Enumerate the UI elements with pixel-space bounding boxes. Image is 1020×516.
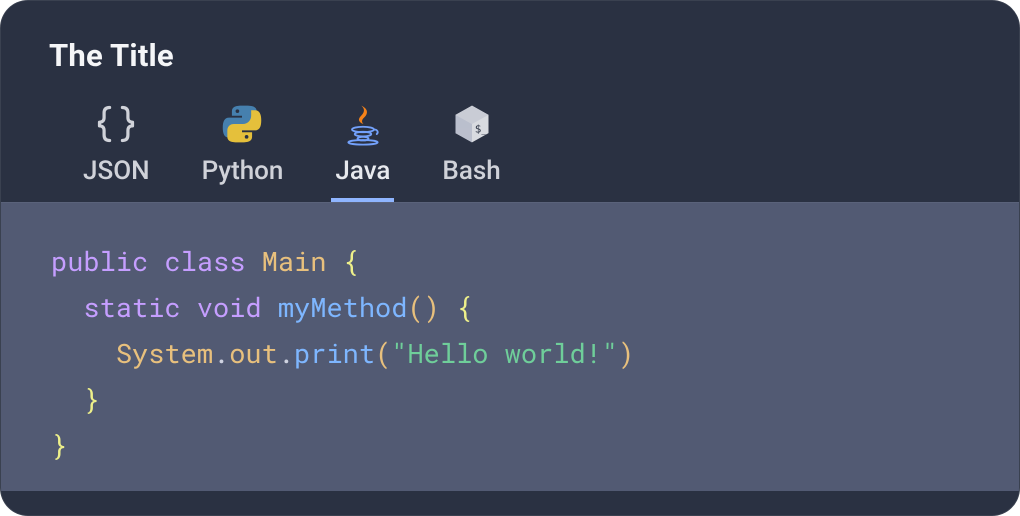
code-line: System.out.print("Hello world!") <box>51 336 634 371</box>
code-token: void <box>197 290 278 325</box>
code-token: ( <box>375 336 391 371</box>
card-header: The Title JSON Python Java $_ Bash <box>1 1 1019 202</box>
tab-label: Bash <box>442 156 500 186</box>
code-token: { <box>456 290 472 325</box>
tab-label: JSON <box>83 156 150 186</box>
code-line: public class Main { <box>51 244 359 279</box>
code-token: } <box>83 382 99 417</box>
tab-json[interactable]: JSON <box>79 94 154 202</box>
code-line: static void myMethod() { <box>51 290 472 325</box>
code-token: { <box>343 244 359 279</box>
code-panel: public class Main { static void myMethod… <box>1 202 1019 491</box>
code-content: public class Main { static void myMethod… <box>51 239 969 468</box>
python-logo-icon <box>218 100 266 148</box>
card-title: The Title <box>49 37 971 74</box>
language-tab-bar: JSON Python Java $_ Bash <box>49 94 971 202</box>
tab-java[interactable]: Java <box>331 94 394 202</box>
code-token: out <box>229 336 278 371</box>
code-line: } <box>51 428 67 463</box>
code-token: class <box>164 244 261 279</box>
tab-bash[interactable]: $_ Bash <box>438 94 504 202</box>
code-token: () <box>407 290 439 325</box>
code-token: . <box>278 336 294 371</box>
code-token: ) <box>618 336 634 371</box>
code-token: print <box>294 336 375 371</box>
code-token: . <box>213 336 229 371</box>
tab-label: Python <box>202 156 284 186</box>
code-token: static <box>83 290 196 325</box>
tab-label: Java <box>335 156 390 186</box>
terminal-cube-icon: $_ <box>448 100 496 148</box>
code-token: myMethod <box>278 290 408 325</box>
code-token: "Hello world!" <box>391 336 618 371</box>
braces-icon <box>92 100 140 148</box>
code-token: Main <box>262 244 343 279</box>
code-token: public <box>51 244 164 279</box>
code-line: } <box>51 382 100 417</box>
tab-python[interactable]: Python <box>198 94 288 202</box>
code-token: System <box>116 336 213 371</box>
java-logo-icon <box>339 100 387 148</box>
code-token: } <box>51 428 67 463</box>
code-token <box>440 290 456 325</box>
svg-text:$_: $_ <box>474 122 488 135</box>
code-viewer-card: The Title JSON Python Java $_ Bash public cl… <box>0 0 1020 516</box>
